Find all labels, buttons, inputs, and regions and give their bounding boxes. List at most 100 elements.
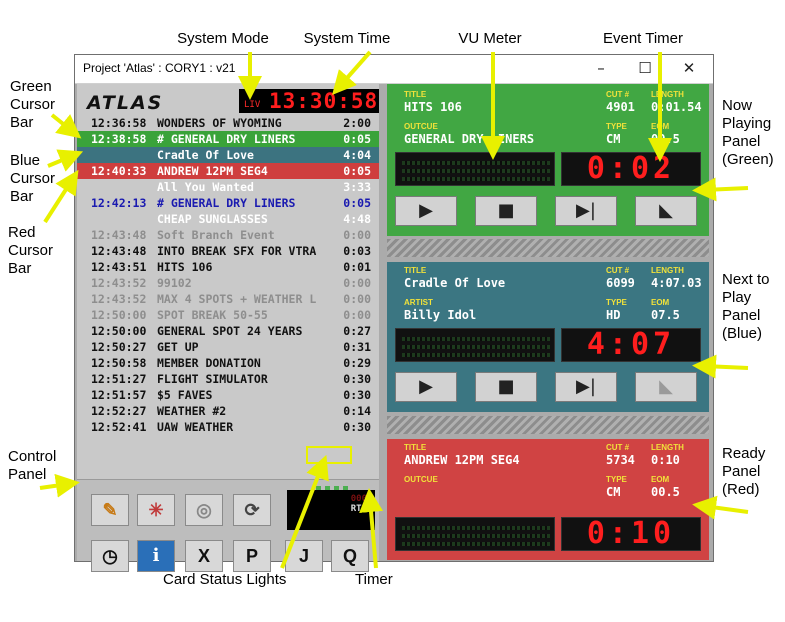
close-button[interactable]: ✕ bbox=[667, 55, 711, 83]
log-duration: 0:05 bbox=[343, 132, 371, 146]
cut-label: CUT # bbox=[606, 266, 630, 275]
log-duration: 0:30 bbox=[343, 388, 371, 402]
info-button[interactable]: i bbox=[137, 540, 175, 572]
type-value: HD bbox=[606, 308, 621, 322]
title-value: ANDREW 12PM SEG4 bbox=[404, 453, 520, 467]
ready-panel: TITLE ANDREW 12PM SEG4 CUT # 5734 LENGTH… bbox=[387, 439, 709, 560]
log-duration: 0:29 bbox=[343, 356, 371, 370]
log-title: # GENERAL DRY LINERS bbox=[157, 132, 296, 146]
next-button[interactable]: ▶| bbox=[555, 372, 617, 402]
log-row[interactable]: 12:51:27 FLIGHT SIMULATOR 0:30 bbox=[77, 371, 379, 387]
eom-label: EOM bbox=[651, 298, 670, 307]
log-row[interactable]: 12:42:13 # GENERAL DRY LINERS 0:05 bbox=[77, 195, 379, 211]
log-duration: 0:00 bbox=[343, 308, 371, 322]
maximize-button[interactable]: ☐ bbox=[623, 55, 667, 83]
log-title: Cradle Of Love bbox=[157, 148, 254, 162]
log-row[interactable]: 12:43:51 HITS 106 0:01 bbox=[77, 259, 379, 275]
log-row[interactable]: 12:43:48 INTO BREAK SFX FOR VTRA 0:03 bbox=[77, 243, 379, 259]
title-value: HITS 106 bbox=[404, 100, 462, 114]
q-fx-button[interactable]: Q bbox=[331, 540, 369, 572]
type-value: CM bbox=[606, 485, 621, 499]
label-timer: Timer bbox=[355, 571, 393, 588]
label-vu-meter: VU Meter bbox=[458, 30, 522, 47]
log-time: 12:51:57 bbox=[91, 388, 147, 402]
log-row[interactable]: 12:40:33 ANDREW 12PM SEG4 0:05 bbox=[77, 163, 379, 179]
label-ready-panel: Ready Panel (Red) bbox=[722, 445, 766, 498]
control-timer: 000 RTS bbox=[287, 490, 375, 530]
log-title: All You Wanted bbox=[157, 180, 254, 194]
log-row[interactable]: 12:43:48 Soft Branch Event 0:00 bbox=[77, 227, 379, 243]
j-fx-button[interactable]: J bbox=[285, 540, 323, 572]
log-row[interactable]: 12:50:00 GENERAL SPOT 24 YEARS 0:27 bbox=[77, 323, 379, 339]
stop-button[interactable]: ■ bbox=[475, 372, 537, 402]
log-time: 12:50:00 bbox=[91, 324, 147, 338]
log-duration: 0:30 bbox=[343, 420, 371, 434]
card-lights-highlight bbox=[306, 446, 352, 464]
log-duration: 2:00 bbox=[343, 116, 371, 130]
log-title: MAX 4 SPOTS + WEATHER L bbox=[157, 292, 317, 306]
event-timer: 0:10 bbox=[561, 517, 701, 551]
title-label: TITLE bbox=[404, 90, 427, 99]
log-row[interactable]: All You Wanted 3:33 bbox=[77, 179, 379, 195]
x-button[interactable]: X bbox=[185, 540, 223, 572]
edit-button[interactable]: ✎ bbox=[91, 494, 129, 526]
title-label: TITLE bbox=[404, 443, 427, 452]
log-row[interactable]: 12:52:27 WEATHER #2 0:14 bbox=[77, 403, 379, 419]
log-row[interactable]: 12:50:27 GET UP 0:31 bbox=[77, 339, 379, 355]
play-button[interactable]: ▶ bbox=[395, 196, 457, 226]
minimize-button[interactable]: – bbox=[579, 55, 623, 83]
p-button[interactable]: P bbox=[233, 540, 271, 572]
log-title: INTO BREAK SFX FOR VTRA bbox=[157, 244, 317, 258]
title-bar[interactable]: Project 'Atlas' : CORY1 : v21 – ☐ ✕ bbox=[75, 55, 713, 84]
log-duration: 0:27 bbox=[343, 324, 371, 338]
type-label: TYPE bbox=[606, 475, 627, 484]
log-row[interactable]: 12:51:57 $5 FAVES 0:30 bbox=[77, 387, 379, 403]
log-duration: 0:00 bbox=[343, 292, 371, 306]
sync-button[interactable]: ⟳ bbox=[233, 494, 271, 526]
system-clock: LIV 13:30:58 bbox=[239, 89, 379, 113]
fade-button[interactable]: ◣ bbox=[635, 196, 697, 226]
length-value: 0:01.54 bbox=[651, 100, 702, 114]
log-title: UAW WEATHER bbox=[157, 420, 234, 434]
log-row[interactable]: 12:50:00 SPOT BREAK 50-55 0:00 bbox=[77, 307, 379, 323]
log-row[interactable]: Cradle Of Love 4:04 bbox=[77, 147, 379, 163]
log-list[interactable]: 12:36:58 WONDERS OF WYOMING 2:00 12:38:58 # … bbox=[77, 115, 379, 465]
log-time: 12:52:41 bbox=[91, 420, 147, 434]
log-duration: 0:14 bbox=[343, 404, 371, 418]
log-time: 12:43:52 bbox=[91, 292, 147, 306]
label-green-cursor-bar: Green Cursor Bar bbox=[10, 78, 56, 131]
log-title: SPOT BREAK 50-55 bbox=[157, 308, 268, 322]
waveform-button[interactable]: ✳ bbox=[137, 494, 175, 526]
timer-rts: RTS bbox=[350, 504, 367, 514]
next-button[interactable]: ▶| bbox=[555, 196, 617, 226]
system-time: 13:30:58 bbox=[269, 89, 379, 113]
label-system-time: System Time bbox=[303, 30, 391, 47]
length-label: LENGTH bbox=[651, 266, 684, 275]
log-row[interactable]: 12:38:58 # GENERAL DRY LINERS 0:05 bbox=[77, 131, 379, 147]
stop-button[interactable]: ■ bbox=[475, 196, 537, 226]
log-title: FLIGHT SIMULATOR bbox=[157, 372, 268, 386]
outcue-label: OUTCUE bbox=[404, 475, 438, 484]
log-duration: 0:00 bbox=[343, 276, 371, 290]
log-title: $5 FAVES bbox=[157, 388, 213, 402]
log-row[interactable]: 12:43:52 99102 0:00 bbox=[77, 275, 379, 291]
event-timer: 0:02 bbox=[561, 152, 701, 186]
artist-label: ARTIST bbox=[404, 298, 433, 307]
play-button[interactable]: ▶ bbox=[395, 372, 457, 402]
log-row[interactable]: 12:43:52 MAX 4 SPOTS + WEATHER L 0:00 bbox=[77, 291, 379, 307]
log-title: MEMBER DONATION bbox=[157, 356, 261, 370]
type-label: TYPE bbox=[606, 298, 627, 307]
type-value: CM bbox=[606, 132, 621, 146]
log-row[interactable]: 12:36:58 WONDERS OF WYOMING 2:00 bbox=[77, 115, 379, 131]
log-row[interactable]: 12:50:58 MEMBER DONATION 0:29 bbox=[77, 355, 379, 371]
log-row[interactable]: CHEAP SUNGLASSES 4:48 bbox=[77, 211, 379, 227]
clock-button[interactable]: ◷ bbox=[91, 540, 129, 572]
log-title: WEATHER #2 bbox=[157, 404, 227, 418]
log-time: 12:50:58 bbox=[91, 356, 147, 370]
log-duration: 0:30 bbox=[343, 372, 371, 386]
disc-button[interactable]: ◎ bbox=[185, 494, 223, 526]
fade-button[interactable]: ◣ bbox=[635, 372, 697, 402]
log-panel: ATLAS LIV 13:30:58 12:36:58 WONDERS OF WY… bbox=[77, 84, 379, 572]
log-row[interactable]: 12:52:41 UAW WEATHER 0:30 bbox=[77, 419, 379, 435]
log-time: 12:52:27 bbox=[91, 404, 147, 418]
